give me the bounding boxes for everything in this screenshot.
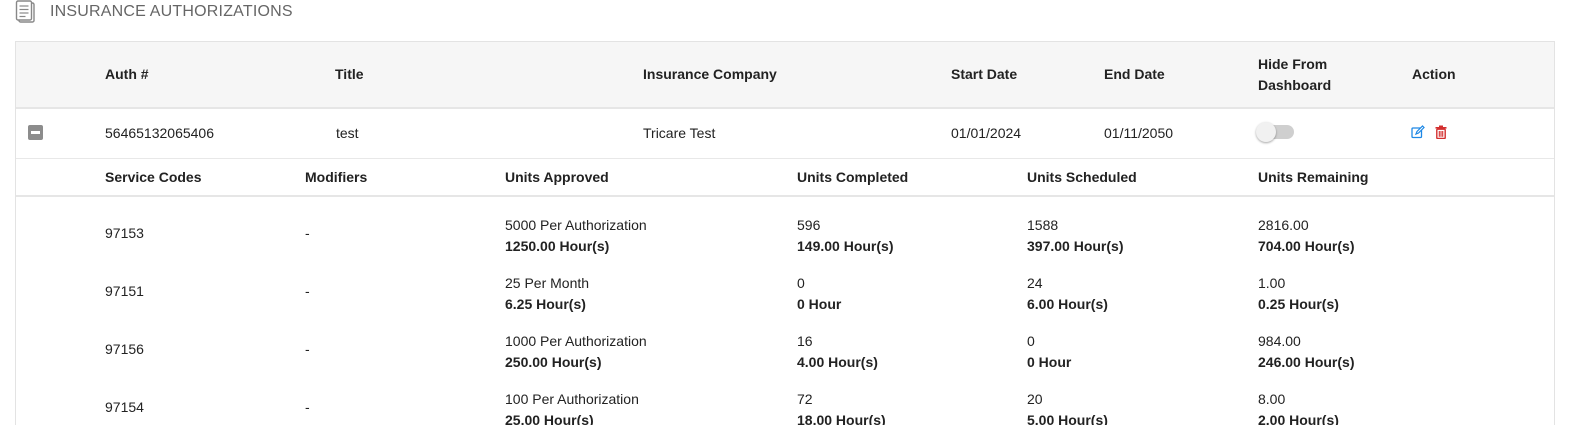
units-remaining-value: 8.00: [1258, 391, 1286, 407]
trash-icon[interactable]: [1435, 125, 1447, 140]
units-approved-hours: 25.00 Hour(s): [505, 412, 594, 425]
units-scheduled-hours: 6.00 Hour(s): [1027, 296, 1108, 312]
units-scheduled-value: 20: [1027, 391, 1043, 407]
units-approved-hours: 6.25 Hour(s): [505, 296, 586, 312]
column-header-start-date: Start Date: [951, 66, 1018, 82]
service-row: 97151 - 25 Per Month 6.25 Hour(s) 0 0 Hour…: [16, 263, 1554, 321]
units-remaining-hours: 0.25 Hour(s): [1258, 296, 1339, 312]
section-header: INSURANCE AUTHORIZATIONS: [14, 0, 293, 24]
units-completed-hours: 4.00 Hour(s): [797, 354, 878, 370]
units-completed: 0 0 Hour: [797, 273, 841, 315]
units-scheduled-value: 0: [1027, 333, 1035, 349]
units-approved-value: 1000 Per Authorization: [505, 333, 647, 349]
units-approved-value: 100 Per Authorization: [505, 391, 639, 407]
units-scheduled: 0 0 Hour: [1027, 331, 1071, 373]
modifier: -: [305, 283, 310, 299]
units-remaining: 8.00 2.00 Hour(s): [1258, 389, 1339, 425]
units-completed-value: 72: [797, 391, 813, 407]
column-header-insurance-company: Insurance Company: [643, 66, 777, 82]
units-completed-hours: 18.00 Hour(s): [797, 412, 886, 425]
service-codes-header: Service Codes Modifiers Units Approved U…: [16, 159, 1554, 197]
units-remaining-hours: 2.00 Hour(s): [1258, 412, 1339, 425]
units-scheduled-value: 1588: [1027, 217, 1059, 233]
units-approved: 5000 Per Authorization 1250.00 Hour(s): [505, 215, 647, 257]
units-scheduled-hours: 397.00 Hour(s): [1027, 238, 1124, 254]
units-scheduled: 1588 397.00 Hour(s): [1027, 215, 1123, 257]
modifier: -: [305, 225, 310, 241]
units-remaining-value: 2816.00: [1258, 217, 1309, 233]
units-approved: 25 Per Month 6.25 Hour(s): [505, 273, 589, 315]
service-code: 97156: [105, 341, 144, 357]
table-row: 56465132065406 test Tricare Test 01/01/2…: [16, 109, 1554, 159]
units-scheduled-value: 24: [1027, 275, 1043, 291]
units-approved-hours: 250.00 Hour(s): [505, 354, 602, 370]
column-header-end-date: End Date: [1104, 66, 1165, 82]
units-scheduled: 24 6.00 Hour(s): [1027, 273, 1108, 315]
units-scheduled-hours: 5.00 Hour(s): [1027, 412, 1108, 425]
units-remaining-value: 984.00: [1258, 333, 1301, 349]
units-remaining-hours: 246.00 Hour(s): [1258, 354, 1355, 370]
service-row: 97153 - 5000 Per Authorization 1250.00 Ho…: [16, 205, 1554, 263]
column-header-hide-line1: Hide From: [1258, 56, 1328, 72]
column-header-auth: Auth #: [105, 66, 149, 82]
units-completed-value: 596: [797, 217, 821, 233]
units-completed: 16 4.00 Hour(s): [797, 331, 878, 373]
service-row: 97156 - 1000 Per Authorization 250.00 Hou…: [16, 321, 1554, 379]
hide-from-dashboard-toggle[interactable]: [1256, 122, 1294, 142]
units-approved-value: 5000 Per Authorization: [505, 217, 647, 233]
insurance-company: Tricare Test: [643, 125, 716, 141]
start-date: 01/01/2024: [951, 125, 1022, 141]
units-scheduled-hours: 0 Hour: [1027, 354, 1072, 370]
section-title: INSURANCE AUTHORIZATIONS: [50, 3, 293, 20]
column-header-units-scheduled: Units Scheduled: [1027, 169, 1137, 185]
units-completed: 596 149.00 Hour(s): [797, 215, 893, 257]
units-completed-value: 0: [797, 275, 805, 291]
units-completed-hours: 0 Hour: [797, 296, 842, 312]
units-completed: 72 18.00 Hour(s): [797, 389, 886, 425]
column-header-modifiers: Modifiers: [305, 169, 368, 185]
column-header-action: Action: [1412, 66, 1456, 82]
units-remaining: 984.00 246.00 Hour(s): [1258, 331, 1354, 373]
service-row: 97154 - 100 Per Authorization 25.00 Hour(…: [16, 379, 1554, 425]
document-list-icon: [14, 0, 38, 24]
column-header-units-remaining: Units Remaining: [1258, 169, 1369, 185]
modifier: -: [305, 399, 310, 415]
column-header-units-completed: Units Completed: [797, 169, 909, 185]
auth-title: test: [336, 125, 359, 141]
column-header-hide-from-dashboard: Hide From Dashboard: [1258, 54, 1331, 96]
units-approved: 100 Per Authorization 25.00 Hour(s): [505, 389, 639, 425]
units-approved: 1000 Per Authorization 250.00 Hour(s): [505, 331, 647, 373]
column-header-units-approved: Units Approved: [505, 169, 609, 185]
auth-number: 56465132065406: [105, 125, 215, 141]
column-header-service-codes: Service Codes: [105, 169, 202, 185]
units-remaining: 2816.00 704.00 Hour(s): [1258, 215, 1354, 257]
units-remaining: 1.00 0.25 Hour(s): [1258, 273, 1339, 315]
units-scheduled: 20 5.00 Hour(s): [1027, 389, 1108, 425]
units-completed-value: 16: [797, 333, 813, 349]
units-remaining-hours: 704.00 Hour(s): [1258, 238, 1355, 254]
units-approved-value: 25 Per Month: [505, 275, 590, 291]
service-code: 97151: [105, 283, 144, 299]
units-approved-hours: 1250.00 Hour(s): [505, 238, 610, 254]
service-code: 97154: [105, 399, 144, 415]
authorizations-table: Auth # Title Insurance Company Start Dat…: [15, 41, 1555, 425]
column-header-hide-line2: Dashboard: [1258, 77, 1332, 93]
end-date: 01/11/2050: [1104, 125, 1174, 141]
column-header-title: Title: [335, 66, 364, 82]
units-remaining-value: 1.00: [1258, 275, 1286, 291]
table-header: Auth # Title Insurance Company Start Dat…: [16, 42, 1554, 109]
edit-icon[interactable]: [1411, 125, 1425, 139]
collapse-row-button[interactable]: [28, 125, 43, 140]
modifier: -: [305, 341, 310, 357]
toggle-knob: [1256, 122, 1276, 142]
units-completed-hours: 149.00 Hour(s): [797, 238, 894, 254]
service-code: 97153: [105, 225, 144, 241]
